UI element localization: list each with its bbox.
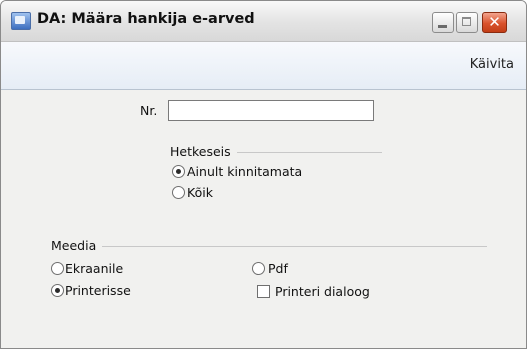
maximize-button[interactable]: [456, 12, 478, 33]
radio-ekraanile-label[interactable]: Ekraanile: [65, 261, 123, 276]
radio-pdf-label[interactable]: Pdf: [268, 261, 288, 276]
printer-dialog-checkbox[interactable]: [257, 285, 270, 298]
minimize-button[interactable]: [432, 12, 454, 33]
toolbar: Käivita: [1, 42, 526, 90]
minimize-icon: [438, 25, 447, 28]
run-button[interactable]: Käivita: [470, 57, 514, 72]
app-icon: [11, 12, 31, 30]
radio-printerisse[interactable]: [51, 284, 64, 297]
meedia-divider: [102, 246, 487, 247]
radio-printerisse-label[interactable]: Printerisse: [65, 283, 131, 298]
window-title: DA: Määra hankija e-arved: [37, 11, 255, 27]
title-bar[interactable]: DA: Määra hankija e-arved ✕: [1, 1, 526, 42]
radio-koik[interactable]: [172, 186, 185, 199]
close-icon: ✕: [488, 13, 501, 31]
hetkeseis-title: Hetkeseis: [170, 144, 231, 159]
maximize-icon: [462, 17, 471, 26]
hetkeseis-divider: [237, 152, 382, 153]
close-button[interactable]: ✕: [482, 12, 507, 33]
nr-input[interactable]: [168, 100, 374, 121]
radio-ainult-kinnitamata-label[interactable]: Ainult kinnitamata: [187, 164, 302, 179]
radio-ekraanile[interactable]: [51, 262, 64, 275]
dialog-window: DA: Määra hankija e-arved ✕ Käivita Nr. …: [0, 0, 527, 349]
meedia-title: Meedia: [51, 238, 97, 253]
printer-dialog-label[interactable]: Printeri dialoog: [275, 284, 370, 299]
radio-ainult-kinnitamata[interactable]: [172, 165, 185, 178]
nr-label: Nr.: [140, 103, 158, 118]
radio-koik-label[interactable]: Kõik: [187, 185, 213, 200]
radio-pdf[interactable]: [252, 262, 265, 275]
